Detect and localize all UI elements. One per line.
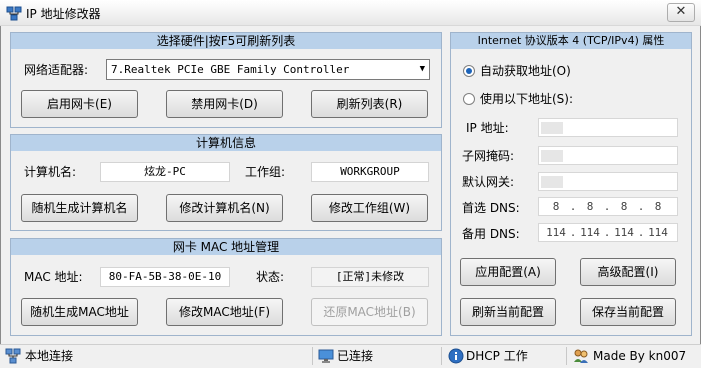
dns1-octet: 8 <box>654 200 662 213</box>
manual-address-radio[interactable] <box>463 93 475 105</box>
dns1-label: 首选 DNS: <box>462 201 520 215</box>
status-divider <box>441 347 442 365</box>
blurred-octet <box>541 176 563 188</box>
dns2-octet: 114 <box>580 226 600 239</box>
mac-status-field: [正常]未修改 <box>311 267 429 287</box>
status-divider <box>312 347 313 365</box>
blurred-octet <box>541 150 563 162</box>
manual-address-label: 使用以下地址(S): <box>480 92 574 106</box>
status-connected: 已连接 <box>337 349 374 363</box>
window-title: IP 地址修改器 <box>26 7 101 21</box>
computer-name-field[interactable]: 炫龙-PC <box>100 162 230 182</box>
hardware-group-header: 选择硬件|按F5可刷新列表 <box>11 33 441 49</box>
dns2-octet: 114 <box>546 226 566 239</box>
ip-address-field[interactable] <box>538 118 678 137</box>
workgroup-field[interactable]: WORKGROUP <box>311 162 429 182</box>
status-author: Made By kn007 <box>593 349 687 363</box>
subnet-mask-label: 子网掩码: <box>462 149 515 163</box>
status-divider <box>566 347 567 365</box>
network-adapter-icon <box>5 348 21 364</box>
auto-address-radio[interactable] <box>463 65 475 77</box>
chevron-down-icon: ▼ <box>419 64 425 74</box>
status-connection-name: 本地连接 <box>25 349 74 363</box>
advanced-config-button[interactable]: 高级配置(I) <box>580 258 676 286</box>
close-button[interactable]: ✕ <box>667 3 695 22</box>
adapter-select-value: 7.Realtek PCIe GBE Family Controller <box>111 63 350 76</box>
refresh-config-button[interactable]: 刷新当前配置 <box>460 298 556 326</box>
ip-address-label: IP 地址: <box>466 121 509 135</box>
status-dhcp: DHCP 工作 <box>466 349 528 363</box>
save-config-button[interactable]: 保存当前配置 <box>580 298 676 326</box>
adapter-select[interactable]: 7.Realtek PCIe GBE Family Controller ▼ <box>106 59 430 80</box>
adapter-label: 网络适配器: <box>24 63 89 77</box>
dot-separator: . <box>603 226 611 239</box>
modify-workgroup-button[interactable]: 修改工作组(W) <box>311 194 428 222</box>
random-computer-name-button[interactable]: 随机生成计算机名 <box>21 194 138 222</box>
workgroup-label: 工作组: <box>245 165 286 179</box>
mac-address-field[interactable]: 80-FA-5B-38-0E-10 <box>100 267 230 287</box>
mac-group-header: 网卡 MAC 地址管理 <box>11 239 441 255</box>
gateway-label: 默认网关: <box>462 175 515 189</box>
dot-separator: . <box>569 200 577 213</box>
subnet-mask-field[interactable] <box>538 146 678 165</box>
modify-mac-button[interactable]: 修改MAC地址(F) <box>166 298 283 326</box>
computer-info-header: 计算机信息 <box>11 135 441 151</box>
users-icon <box>573 348 589 364</box>
disable-adapter-button[interactable]: 禁用网卡(D) <box>166 90 283 118</box>
dns1-octet: 8 <box>552 200 560 213</box>
refresh-list-button[interactable]: 刷新列表(R) <box>311 90 428 118</box>
mac-status-label: 状态: <box>256 270 285 284</box>
dns1-octet: 8 <box>586 200 594 213</box>
dns2-octet: 114 <box>614 226 634 239</box>
dot-separator: . <box>603 200 611 213</box>
auto-address-label: 自动获取地址(O) <box>480 64 571 78</box>
modify-computer-name-button[interactable]: 修改计算机名(N) <box>166 194 283 222</box>
ipv4-group-header: Internet 协议版本 4 (TCP/IPv4) 属性 <box>451 33 691 49</box>
dns1-octet: 8 <box>620 200 628 213</box>
title-bar <box>0 0 701 26</box>
info-icon <box>448 348 464 364</box>
dns2-field[interactable]: 114 . 114 . 114 . 114 <box>538 223 678 242</box>
dot-separator: . <box>637 200 645 213</box>
apply-config-button[interactable]: 应用配置(A) <box>460 258 556 286</box>
mac-address-label: MAC 地址: <box>24 270 83 284</box>
computer-name-label: 计算机名: <box>24 165 77 179</box>
blurred-octet <box>541 122 563 134</box>
dot-separator: . <box>569 226 577 239</box>
dns1-field[interactable]: 8 . 8 . 8 . 8 <box>538 197 678 216</box>
restore-mac-button[interactable]: 还原MAC地址(B) <box>311 298 428 326</box>
random-mac-button[interactable]: 随机生成MAC地址 <box>21 298 138 326</box>
dns2-octet: 114 <box>648 226 668 239</box>
dns2-label: 备用 DNS: <box>462 227 520 241</box>
monitor-icon <box>318 348 334 364</box>
gateway-field[interactable] <box>538 172 678 191</box>
app-network-icon <box>6 5 22 21</box>
dot-separator: . <box>637 226 645 239</box>
enable-adapter-button[interactable]: 启用网卡(E) <box>21 90 138 118</box>
